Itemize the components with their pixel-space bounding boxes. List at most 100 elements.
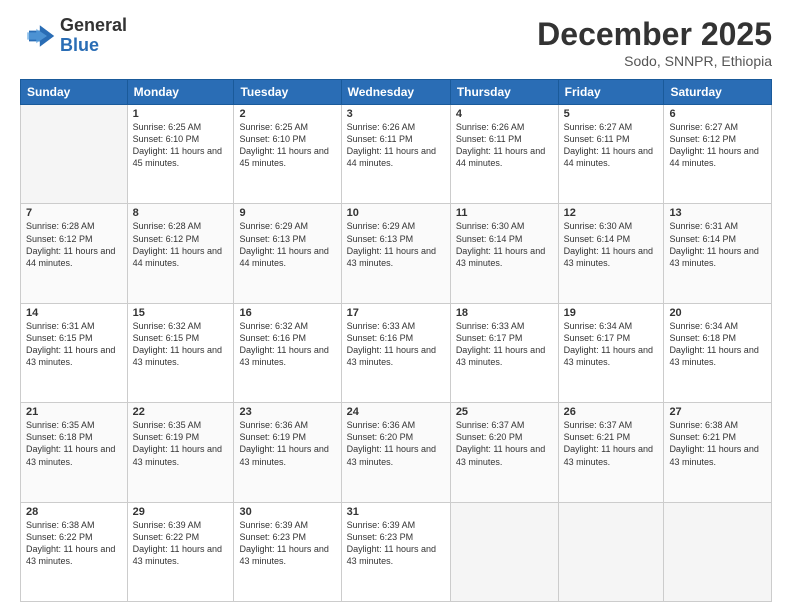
day-info: Sunrise: 6:38 AMSunset: 6:22 PMDaylight:… [26, 519, 122, 568]
day-number: 2 [239, 108, 335, 120]
day-number: 11 [456, 207, 553, 219]
day-number: 6 [669, 108, 766, 120]
subtitle: Sodo, SNNPR, Ethiopia [537, 53, 772, 69]
day-info: Sunrise: 6:27 AMSunset: 6:11 PMDaylight:… [564, 121, 659, 170]
day-info: Sunrise: 6:35 AMSunset: 6:19 PMDaylight:… [133, 419, 229, 468]
page: General Blue December 2025 Sodo, SNNPR, … [0, 0, 792, 612]
day-number: 13 [669, 207, 766, 219]
day-number: 4 [456, 108, 553, 120]
calendar-header-row: Sunday Monday Tuesday Wednesday Thursday… [21, 80, 772, 105]
calendar-cell: 20Sunrise: 6:34 AMSunset: 6:18 PMDayligh… [664, 303, 772, 402]
day-info: Sunrise: 6:37 AMSunset: 6:20 PMDaylight:… [456, 419, 553, 468]
calendar-cell: 13Sunrise: 6:31 AMSunset: 6:14 PMDayligh… [664, 204, 772, 303]
day-info: Sunrise: 6:39 AMSunset: 6:23 PMDaylight:… [347, 519, 445, 568]
day-number: 29 [133, 506, 229, 518]
day-number: 20 [669, 307, 766, 319]
day-info: Sunrise: 6:32 AMSunset: 6:16 PMDaylight:… [239, 320, 335, 369]
col-friday: Friday [558, 80, 664, 105]
day-info: Sunrise: 6:38 AMSunset: 6:21 PMDaylight:… [669, 419, 766, 468]
day-number: 25 [456, 406, 553, 418]
day-info: Sunrise: 6:31 AMSunset: 6:15 PMDaylight:… [26, 320, 122, 369]
day-number: 24 [347, 406, 445, 418]
calendar-cell: 4Sunrise: 6:26 AMSunset: 6:11 PMDaylight… [450, 105, 558, 204]
logo-general: General [60, 16, 127, 36]
day-number: 7 [26, 207, 122, 219]
day-number: 8 [133, 207, 229, 219]
calendar-cell: 1Sunrise: 6:25 AMSunset: 6:10 PMDaylight… [127, 105, 234, 204]
col-sunday: Sunday [21, 80, 128, 105]
calendar-week-4: 21Sunrise: 6:35 AMSunset: 6:18 PMDayligh… [21, 403, 772, 502]
calendar-cell: 25Sunrise: 6:37 AMSunset: 6:20 PMDayligh… [450, 403, 558, 502]
day-info: Sunrise: 6:36 AMSunset: 6:19 PMDaylight:… [239, 419, 335, 468]
month-title: December 2025 [537, 16, 772, 53]
calendar-cell [664, 502, 772, 601]
header: General Blue December 2025 Sodo, SNNPR, … [20, 16, 772, 69]
calendar-cell [450, 502, 558, 601]
calendar-cell: 26Sunrise: 6:37 AMSunset: 6:21 PMDayligh… [558, 403, 664, 502]
calendar-cell: 10Sunrise: 6:29 AMSunset: 6:13 PMDayligh… [341, 204, 450, 303]
day-number: 22 [133, 406, 229, 418]
logo-text: General Blue [60, 16, 127, 56]
day-info: Sunrise: 6:34 AMSunset: 6:17 PMDaylight:… [564, 320, 659, 369]
day-number: 16 [239, 307, 335, 319]
day-number: 3 [347, 108, 445, 120]
calendar-cell [21, 105, 128, 204]
calendar-cell: 23Sunrise: 6:36 AMSunset: 6:19 PMDayligh… [234, 403, 341, 502]
logo: General Blue [20, 16, 127, 56]
day-info: Sunrise: 6:33 AMSunset: 6:17 PMDaylight:… [456, 320, 553, 369]
day-info: Sunrise: 6:29 AMSunset: 6:13 PMDaylight:… [239, 220, 335, 269]
calendar-cell: 11Sunrise: 6:30 AMSunset: 6:14 PMDayligh… [450, 204, 558, 303]
day-info: Sunrise: 6:28 AMSunset: 6:12 PMDaylight:… [26, 220, 122, 269]
calendar-week-3: 14Sunrise: 6:31 AMSunset: 6:15 PMDayligh… [21, 303, 772, 402]
logo-icon [20, 18, 56, 54]
day-number: 18 [456, 307, 553, 319]
calendar-cell: 29Sunrise: 6:39 AMSunset: 6:22 PMDayligh… [127, 502, 234, 601]
title-block: December 2025 Sodo, SNNPR, Ethiopia [537, 16, 772, 69]
calendar-cell: 28Sunrise: 6:38 AMSunset: 6:22 PMDayligh… [21, 502, 128, 601]
col-tuesday: Tuesday [234, 80, 341, 105]
day-number: 30 [239, 506, 335, 518]
day-number: 1 [133, 108, 229, 120]
calendar-cell: 3Sunrise: 6:26 AMSunset: 6:11 PMDaylight… [341, 105, 450, 204]
day-number: 31 [347, 506, 445, 518]
calendar-cell: 18Sunrise: 6:33 AMSunset: 6:17 PMDayligh… [450, 303, 558, 402]
col-thursday: Thursday [450, 80, 558, 105]
day-info: Sunrise: 6:30 AMSunset: 6:14 PMDaylight:… [564, 220, 659, 269]
calendar-cell: 31Sunrise: 6:39 AMSunset: 6:23 PMDayligh… [341, 502, 450, 601]
calendar-cell: 9Sunrise: 6:29 AMSunset: 6:13 PMDaylight… [234, 204, 341, 303]
day-number: 19 [564, 307, 659, 319]
day-number: 28 [26, 506, 122, 518]
day-number: 17 [347, 307, 445, 319]
calendar-week-5: 28Sunrise: 6:38 AMSunset: 6:22 PMDayligh… [21, 502, 772, 601]
calendar-week-1: 1 Sunrise: 6:25 AMSunset: 6:10 PMDaylight… [21, 105, 772, 204]
day-info: Sunrise: 6:30 AMSunset: 6:14 PMDaylight:… [456, 220, 553, 269]
calendar-cell: 21Sunrise: 6:35 AMSunset: 6:18 PMDayligh… [21, 403, 128, 502]
calendar-cell: 19Sunrise: 6:34 AMSunset: 6:17 PMDayligh… [558, 303, 664, 402]
day-number: 23 [239, 406, 335, 418]
calendar-cell: 14Sunrise: 6:31 AMSunset: 6:15 PMDayligh… [21, 303, 128, 402]
calendar-cell: 24Sunrise: 6:36 AMSunset: 6:20 PMDayligh… [341, 403, 450, 502]
calendar-cell: 2Sunrise: 6:25 AMSunset: 6:10 PMDaylight… [234, 105, 341, 204]
day-number: 14 [26, 307, 122, 319]
col-saturday: Saturday [664, 80, 772, 105]
day-info: Sunrise: 6:36 AMSunset: 6:20 PMDaylight:… [347, 419, 445, 468]
day-info: Sunrise: 6:26 AMSunset: 6:11 PMDaylight:… [347, 121, 445, 170]
calendar-cell: 15Sunrise: 6:32 AMSunset: 6:15 PMDayligh… [127, 303, 234, 402]
day-info: Sunrise: 6:25 AMSunset: 6:10 PMDaylight:… [239, 121, 335, 170]
day-info: Sunrise: 6:27 AMSunset: 6:12 PMDaylight:… [669, 121, 766, 170]
day-info: Sunrise: 6:37 AMSunset: 6:21 PMDaylight:… [564, 419, 659, 468]
calendar-cell: 6Sunrise: 6:27 AMSunset: 6:12 PMDaylight… [664, 105, 772, 204]
day-info: Sunrise: 6:32 AMSunset: 6:15 PMDaylight:… [133, 320, 229, 369]
calendar-cell: 8Sunrise: 6:28 AMSunset: 6:12 PMDaylight… [127, 204, 234, 303]
day-info: Sunrise: 6:28 AMSunset: 6:12 PMDaylight:… [133, 220, 229, 269]
day-number: 26 [564, 406, 659, 418]
day-info: Sunrise: 6:35 AMSunset: 6:18 PMDaylight:… [26, 419, 122, 468]
calendar-cell: 27Sunrise: 6:38 AMSunset: 6:21 PMDayligh… [664, 403, 772, 502]
day-info: Sunrise: 6:29 AMSunset: 6:13 PMDaylight:… [347, 220, 445, 269]
calendar-cell: 5Sunrise: 6:27 AMSunset: 6:11 PMDaylight… [558, 105, 664, 204]
day-info: Sunrise: 6:33 AMSunset: 6:16 PMDaylight:… [347, 320, 445, 369]
calendar-cell: 30Sunrise: 6:39 AMSunset: 6:23 PMDayligh… [234, 502, 341, 601]
day-info: Sunrise: 6:39 AMSunset: 6:22 PMDaylight:… [133, 519, 229, 568]
calendar-cell: 22Sunrise: 6:35 AMSunset: 6:19 PMDayligh… [127, 403, 234, 502]
day-number: 27 [669, 406, 766, 418]
